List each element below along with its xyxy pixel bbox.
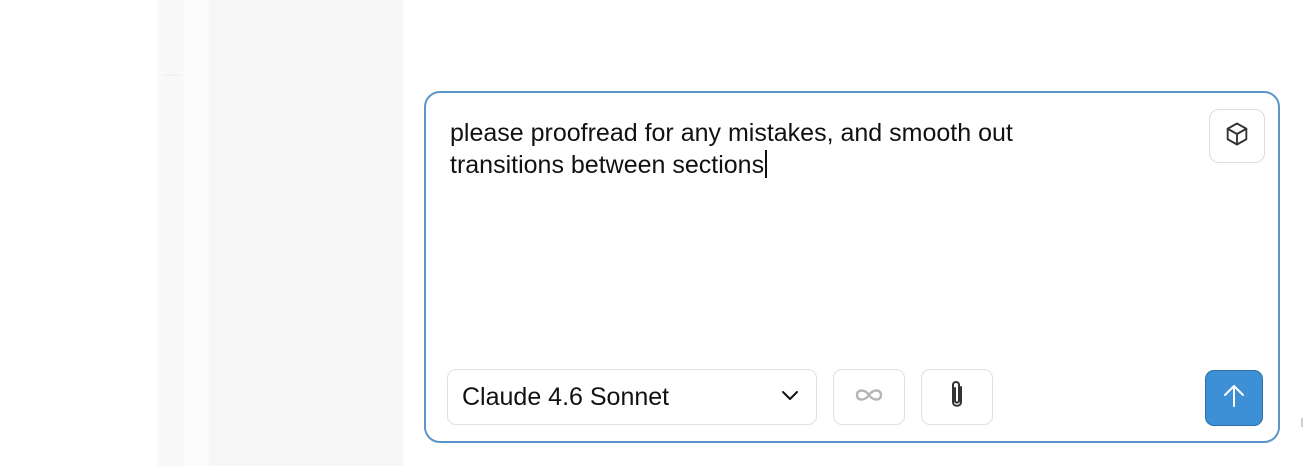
prompt-input[interactable]: please proofread for any mistakes, and s… [450, 117, 1130, 181]
model-select[interactable]: Claude 4.6 Sonnet [447, 369, 817, 425]
model-select-label: Claude 4.6 Sonnet [462, 382, 670, 411]
sidebar-background [157, 0, 184, 466]
text-caret [765, 150, 768, 178]
chat-composer: please proofread for any mistakes, and s… [424, 91, 1280, 443]
box-icon [1223, 120, 1251, 153]
sidebar-separator [163, 74, 181, 76]
arrow-up-icon [1222, 383, 1246, 414]
loop-mode-button[interactable] [833, 369, 905, 425]
prompt-text: please proofread for any mistakes, and s… [450, 119, 1013, 179]
paperclip-icon [945, 378, 969, 417]
send-button[interactable] [1205, 370, 1263, 426]
infinity-icon [852, 385, 886, 410]
attach-file-button[interactable] [921, 369, 993, 425]
sidebar-divider-column [184, 0, 210, 466]
side-panel-background [210, 0, 403, 466]
chevron-down-icon [780, 385, 800, 410]
context-button[interactable] [1209, 109, 1265, 163]
